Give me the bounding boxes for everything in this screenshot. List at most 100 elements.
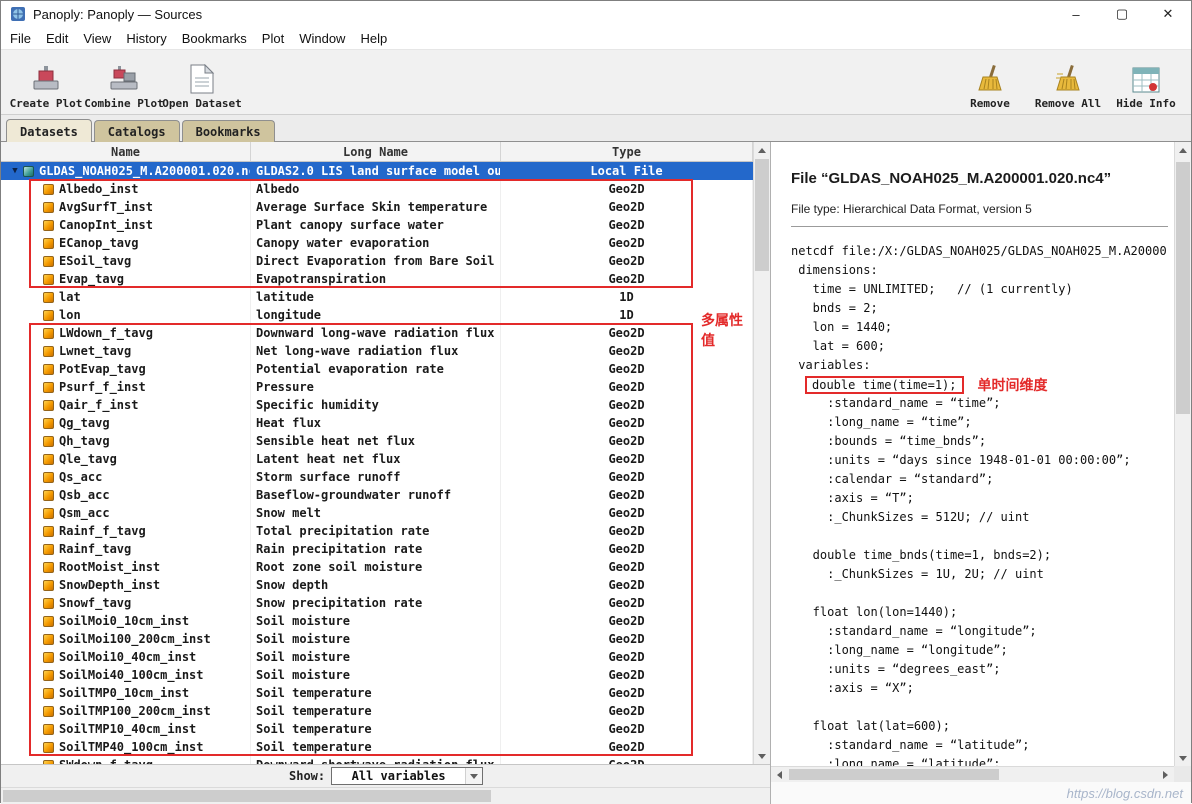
table-row[interactable]: ▼ Qair_f_inst Specific humidity Geo2D	[1, 396, 753, 414]
table-hscroll-thumb[interactable]	[3, 790, 491, 802]
table-header: Name Long Name Type	[1, 142, 753, 162]
table-row[interactable]: ▼ ECanop_tavg Canopy water evaporation G…	[1, 234, 753, 252]
table-row[interactable]: ▼ LWdown_f_tavg Downward long-wave radia…	[1, 324, 753, 342]
cell-long-name: Net long-wave radiation flux	[251, 342, 501, 360]
menu-bookmarks[interactable]: Bookmarks	[182, 31, 247, 46]
table-row[interactable]: ▼ SoilTMP100_200cm_inst Soil temperature…	[1, 702, 753, 720]
table-row[interactable]: ▼ SoilMoi10_40cm_inst Soil moisture Geo2…	[1, 648, 753, 666]
table-row[interactable]: ▼ PotEvap_tavg Potential evaporation rat…	[1, 360, 753, 378]
table-row[interactable]: ▼ Qsb_acc Baseflow-groundwater runoff Ge…	[1, 486, 753, 504]
cell-long-name: Soil temperature	[251, 738, 501, 756]
table-row[interactable]: ▼ SoilTMP0_10cm_inst Soil temperature Ge…	[1, 684, 753, 702]
table-row[interactable]: ▼ AvgSurfT_inst Average Surface Skin tem…	[1, 198, 753, 216]
scroll-right-icon[interactable]	[1157, 767, 1174, 782]
tab-bookmarks[interactable]: Bookmarks	[181, 120, 275, 142]
variable-icon	[43, 345, 54, 357]
cell-type: Geo2D	[501, 342, 753, 360]
scroll-up-icon[interactable]	[1175, 142, 1191, 158]
tab-catalogs[interactable]: Catalogs	[93, 120, 180, 142]
cell-long-name: Albedo	[251, 180, 501, 198]
table-row[interactable]: ▼ Snowf_tavg Snow precipitation rate Geo…	[1, 594, 753, 612]
info-hscroll-thumb[interactable]	[789, 769, 999, 780]
menu-help[interactable]: Help	[360, 31, 387, 46]
create-plot-button[interactable]: Create Plot	[7, 50, 85, 114]
expander-triangle-icon[interactable]: ▼	[7, 166, 23, 176]
table-row[interactable]: ▼ RootMoist_inst Root zone soil moisture…	[1, 558, 753, 576]
menu-history[interactable]: History	[126, 31, 166, 46]
table-row[interactable]: ▼ Psurf_f_inst Pressure Geo2D	[1, 378, 753, 396]
table-row[interactable]: ▼ Rainf_tavg Rain precipitation rate Geo…	[1, 540, 753, 558]
table-row[interactable]: ▼ SoilTMP10_40cm_inst Soil temperature G…	[1, 720, 753, 738]
cell-long-name: Total precipitation rate	[251, 522, 501, 540]
cell-name: ▼ lat	[1, 288, 251, 306]
cell-type: Geo2D	[501, 414, 753, 432]
cell-name: ▼ lon	[1, 306, 251, 324]
table-row[interactable]: ▼ ESoil_tavg Direct Evaporation from Bar…	[1, 252, 753, 270]
chevron-down-icon[interactable]	[465, 768, 483, 784]
cell-name: ▼ SnowDepth_inst	[1, 576, 251, 594]
variable-icon	[43, 291, 54, 303]
table-row[interactable]: ▼ Qh_tavg Sensible heat net flux Geo2D	[1, 432, 753, 450]
table-row[interactable]: ▼ SoilMoi40_100cm_inst Soil moisture Geo…	[1, 666, 753, 684]
show-variables-select[interactable]: All variables	[331, 767, 484, 785]
table-row[interactable]: ▼ SoilMoi100_200cm_inst Soil moisture Ge…	[1, 630, 753, 648]
table-row[interactable]: ▼ lon longitude 1D	[1, 306, 753, 324]
cell-type: Geo2D	[501, 558, 753, 576]
variable-icon	[43, 687, 54, 699]
menu-window[interactable]: Window	[299, 31, 345, 46]
menu-edit[interactable]: Edit	[46, 31, 68, 46]
cell-type: Geo2D	[501, 324, 753, 342]
cell-type: Geo2D	[501, 450, 753, 468]
table-row[interactable]: ▼ Qle_tavg Latent heat net flux Geo2D	[1, 450, 753, 468]
maximize-button[interactable]: ▢	[1099, 1, 1145, 27]
table-body: 多属性值 ▼ GLDAS_NOAH025_M.A200001.020.nc4 G…	[1, 162, 753, 764]
scroll-down-icon[interactable]	[754, 748, 770, 764]
cell-type: Geo2D	[501, 486, 753, 504]
combine-plot-button[interactable]: Combine Plot	[84, 50, 164, 114]
info-vertical-scrollbar[interactable]	[1174, 142, 1191, 766]
table-row[interactable]: ▼ Lwnet_tavg Net long-wave radiation flu…	[1, 342, 753, 360]
column-header-name[interactable]: Name	[1, 142, 251, 161]
table-row[interactable]: ▼ CanopInt_inst Plant canopy surface wat…	[1, 216, 753, 234]
info-panel: File “GLDAS_NOAH025_M.A200001.020.nc4” F…	[771, 142, 1191, 804]
table-row[interactable]: ▼ Qs_acc Storm surface runoff Geo2D	[1, 468, 753, 486]
table-row[interactable]: ▼ SWdown_f_tavg Downward shortwave radia…	[1, 756, 753, 764]
scroll-left-icon[interactable]	[771, 767, 788, 782]
info-horizontal-scrollbar[interactable]	[771, 766, 1174, 782]
column-header-long-name[interactable]: Long Name	[251, 142, 501, 161]
remove-button[interactable]: Remove	[951, 50, 1029, 114]
scroll-down-icon[interactable]	[1175, 750, 1191, 766]
table-vertical-scrollbar[interactable]	[753, 142, 770, 764]
menu-file[interactable]: File	[10, 31, 31, 46]
variable-icon	[43, 561, 54, 573]
table-row[interactable]: ▼ SoilTMP40_100cm_inst Soil temperature …	[1, 738, 753, 756]
menu-plot[interactable]: Plot	[262, 31, 284, 46]
cell-type: Geo2D	[501, 738, 753, 756]
table-row[interactable]: ▼ Rainf_f_tavg Total precipitation rate …	[1, 522, 753, 540]
tab-datasets[interactable]: Datasets	[6, 119, 92, 142]
scroll-up-icon[interactable]	[754, 142, 770, 158]
table-row[interactable]: ▼ GLDAS_NOAH025_M.A200001.020.nc4 GLDAS2…	[1, 162, 753, 180]
info-vscroll-thumb[interactable]	[1176, 162, 1190, 414]
cell-type: Geo2D	[501, 504, 753, 522]
table-row[interactable]: ▼ lat latitude 1D	[1, 288, 753, 306]
table-row[interactable]: ▼ Qsm_acc Snow melt Geo2D	[1, 504, 753, 522]
column-header-type[interactable]: Type	[501, 142, 753, 161]
hide-info-button[interactable]: Hide Info	[1107, 50, 1185, 114]
minimize-button[interactable]: –	[1053, 1, 1099, 27]
table-row[interactable]: ▼ SnowDepth_inst Snow depth Geo2D	[1, 576, 753, 594]
table-row[interactable]: ▼ Evap_tavg Evapotranspiration Geo2D	[1, 270, 753, 288]
table-horizontal-scrollbar[interactable]	[1, 787, 770, 804]
remove-all-button[interactable]: Remove All	[1029, 50, 1107, 114]
table-vscroll-thumb[interactable]	[755, 159, 769, 271]
open-dataset-button[interactable]: Open Dataset	[162, 50, 242, 114]
table-row[interactable]: ▼ Qg_tavg Heat flux Geo2D	[1, 414, 753, 432]
close-button[interactable]: ✕	[1145, 1, 1191, 27]
variable-icon	[43, 543, 54, 555]
remove-broom-icon	[978, 64, 1002, 91]
menu-view[interactable]: View	[83, 31, 111, 46]
table-row[interactable]: ▼ SoilMoi0_10cm_inst Soil moisture Geo2D	[1, 612, 753, 630]
table-row[interactable]: ▼ Albedo_inst Albedo Geo2D	[1, 180, 753, 198]
cell-type: Geo2D	[501, 378, 753, 396]
variable-icon	[43, 255, 54, 267]
